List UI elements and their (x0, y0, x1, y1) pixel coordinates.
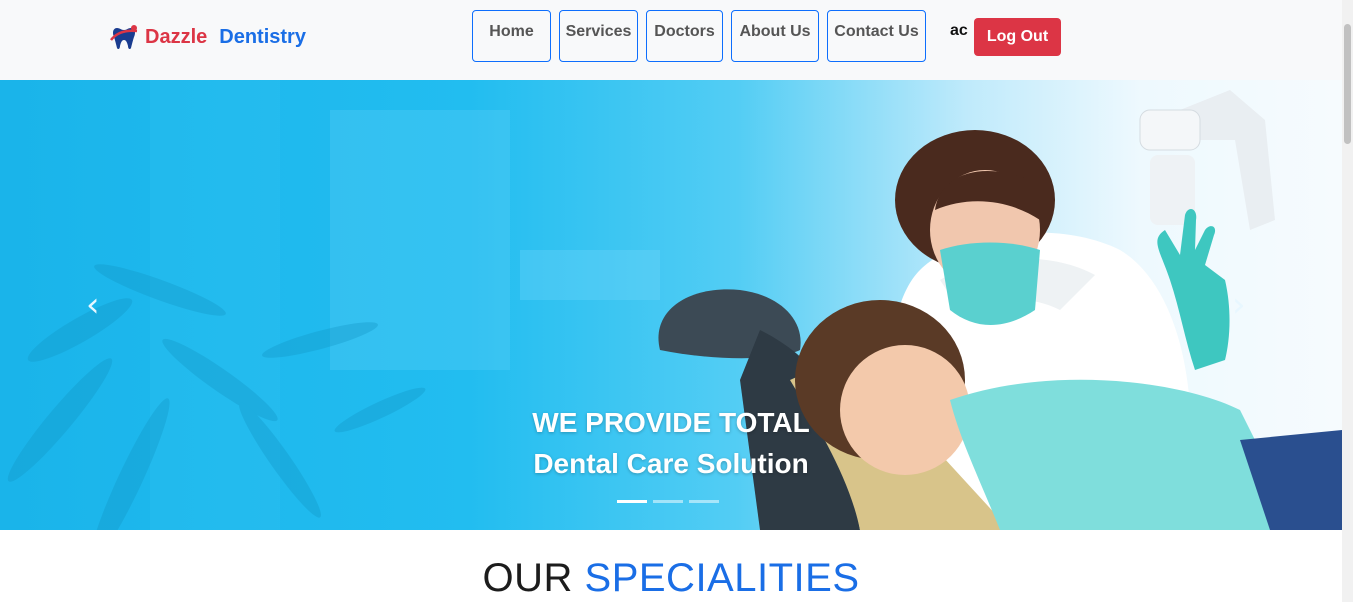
hero-caption-line1: WE PROVIDE TOTAL (532, 407, 810, 438)
chevron-left-icon: ‹ (86, 285, 100, 325)
page-scrollbar[interactable] (1342, 0, 1353, 602)
carousel-indicator[interactable] (653, 500, 683, 503)
logout-button[interactable]: Log Out (974, 18, 1061, 56)
nav-about-button[interactable]: About Us (731, 10, 819, 62)
brand-name-part1: Dazzle (145, 25, 208, 48)
carousel-indicator[interactable] (617, 500, 647, 503)
carousel-prev-button[interactable]: ‹ (86, 288, 106, 322)
tooth-logo-icon (110, 25, 138, 50)
nav-contact-button[interactable]: Contact Us (827, 10, 926, 62)
chevron-right-icon: › (1232, 285, 1246, 325)
heading-part1: OUR (482, 556, 573, 600)
brand-name-part2: Dentistry (219, 25, 306, 48)
brand-link[interactable]: Dazzle Dentistry (109, 22, 306, 52)
carousel-indicator[interactable] (689, 500, 719, 503)
scrollbar-thumb[interactable] (1344, 24, 1351, 144)
heading-part2: SPECIALITIES (584, 556, 860, 600)
nav-home-button[interactable]: Home (472, 10, 551, 62)
specialities-heading: OUR SPECIALITIES (0, 556, 1342, 601)
navbar: Dazzle Dentistry Home Services Doctors Ab… (0, 0, 1342, 80)
carousel-next-button[interactable]: › (1232, 288, 1252, 322)
carousel-indicators (617, 500, 719, 503)
hero-caption-line2: Dental Care Solution (533, 448, 809, 479)
nav-doctors-button[interactable]: Doctors (646, 10, 723, 62)
nav-services-button[interactable]: Services (559, 10, 638, 62)
username-label: ac (950, 22, 968, 39)
hero-carousel: ‹ › WE PROVIDE TOTAL Dental Care Solutio… (0, 80, 1342, 530)
